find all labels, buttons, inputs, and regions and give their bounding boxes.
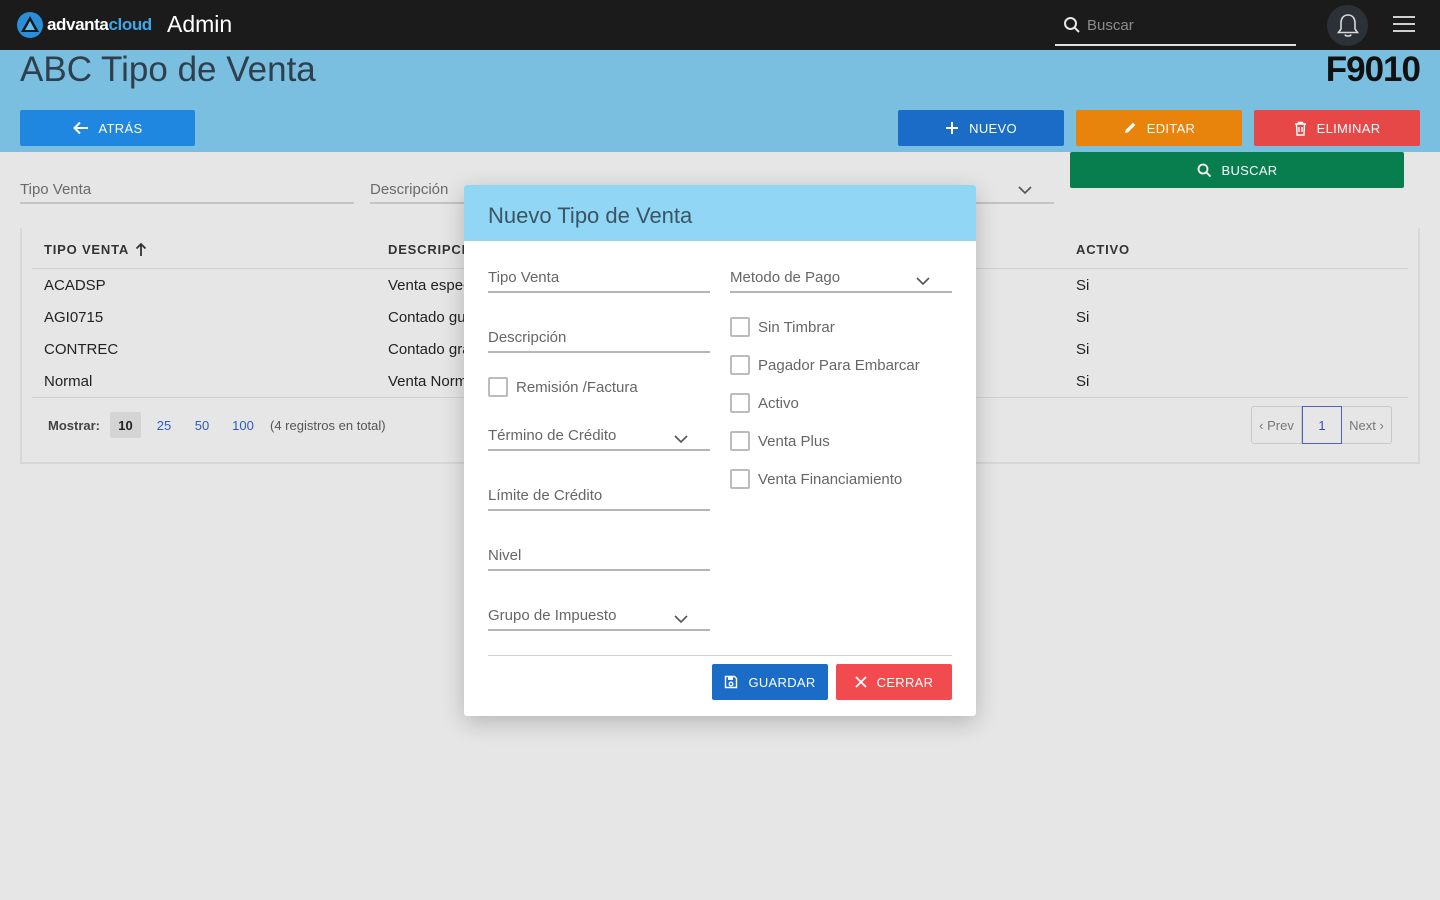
column-header-descripcion[interactable]: DESCRIPCI [388, 242, 466, 257]
total-records: (4 registros en total) [270, 418, 386, 433]
new-tipo-venta-dialog: Nuevo Tipo de Venta Tipo Venta Descripci… [464, 185, 976, 716]
checkbox-box[interactable] [730, 469, 750, 489]
chevron-down-icon [674, 435, 688, 444]
checkbox-box[interactable] [730, 355, 750, 375]
checkbox-box[interactable] [730, 317, 750, 337]
sort-up-icon [135, 242, 147, 256]
dialog-footer-divider [488, 655, 952, 656]
cell-descripcion: Venta espec [388, 277, 471, 294]
prev-page-button[interactable]: ‹ Prev [1252, 407, 1302, 443]
limite-credito-field[interactable]: Límite de Crédito [488, 487, 710, 511]
filter-dropdown[interactable] [976, 178, 1054, 204]
activo-checkbox[interactable]: Activo [730, 393, 799, 413]
chevron-down-icon [674, 615, 688, 624]
pagination: ‹ Prev 1 Next › [1251, 406, 1392, 444]
close-button[interactable]: CERRAR [836, 664, 952, 700]
global-search [1055, 6, 1296, 46]
page-size-100[interactable]: 100 [226, 412, 260, 438]
app-title: Admin [167, 11, 233, 37]
pagador-embarcar-checkbox[interactable]: Pagador Para Embarcar [730, 355, 920, 375]
chevron-down-icon [916, 277, 930, 286]
filter-tipo-venta[interactable]: Tipo Venta [20, 178, 354, 204]
venta-financiamiento-checkbox[interactable]: Venta Financiamiento [730, 469, 902, 489]
page-title: ABC Tipo de Venta [20, 50, 316, 89]
page-size-50[interactable]: 50 [188, 412, 216, 438]
checkbox-box[interactable] [730, 431, 750, 451]
brand-logo[interactable]: advantacloud [16, 11, 152, 39]
dialog-title: Nuevo Tipo de Venta [488, 203, 693, 228]
cell-tipo: AGI0715 [44, 309, 104, 326]
search-button[interactable]: BUSCAR [1070, 152, 1404, 188]
search-input[interactable] [1087, 16, 1287, 34]
checkbox-box[interactable] [488, 377, 508, 397]
column-header-tipo-venta[interactable]: TIPO VENTA [44, 242, 147, 257]
new-button[interactable]: NUEVO [898, 110, 1064, 146]
search-icon [1197, 163, 1211, 177]
descripcion-field[interactable]: Descripción [488, 329, 710, 353]
trash-icon [1294, 121, 1306, 136]
next-page-button[interactable]: Next › [1342, 407, 1391, 443]
save-icon [725, 675, 738, 689]
plus-icon [946, 122, 959, 134]
page-code: F9010 [1325, 50, 1421, 89]
logo-icon [17, 12, 43, 38]
current-page[interactable]: 1 [1302, 406, 1342, 444]
page-size-label: Mostrar: [48, 418, 101, 433]
notifications-button[interactable] [1327, 5, 1368, 46]
bell-icon [1336, 13, 1359, 37]
edit-button[interactable]: EDITAR [1076, 110, 1242, 146]
nivel-field[interactable]: Nivel [488, 547, 710, 571]
cell-tipo: ACADSP [44, 277, 106, 294]
menu-icon[interactable] [1393, 16, 1415, 34]
back-button[interactable]: ATRÁS [20, 110, 195, 146]
save-button[interactable]: GUARDAR [712, 664, 828, 700]
page-size-10[interactable]: 10 [110, 412, 141, 438]
logo-text: advantacloud [47, 15, 152, 34]
sin-timbrar-checkbox[interactable]: Sin Timbrar [730, 317, 835, 337]
cell-tipo: Normal [44, 373, 93, 390]
search-icon [1064, 17, 1080, 33]
cell-activo: Si [1076, 341, 1090, 358]
cell-activo: Si [1076, 277, 1090, 294]
termino-credito-select[interactable]: Término de Crédito [488, 427, 710, 451]
cell-activo: Si [1076, 373, 1090, 390]
cell-descripcion: Contado gu [388, 309, 466, 326]
checkbox-box[interactable] [730, 393, 750, 413]
remision-factura-checkbox[interactable]: Remisión /Factura [488, 377, 638, 397]
metodo-pago-select[interactable]: Metodo de Pago [730, 269, 952, 293]
cell-descripcion: Venta Norm [388, 373, 468, 390]
close-icon [855, 676, 867, 688]
page-size-25[interactable]: 25 [150, 412, 178, 438]
top-navbar: advantacloud Admin [0, 0, 1440, 50]
delete-button[interactable]: ELIMINAR [1254, 110, 1420, 146]
column-header-activo[interactable]: ACTIVO [1076, 242, 1130, 257]
tipo-venta-field[interactable]: Tipo Venta [488, 269, 710, 293]
chevron-down-icon [1018, 186, 1032, 195]
pencil-icon [1124, 122, 1136, 133]
cell-tipo: CONTREC [44, 341, 119, 358]
grupo-impuesto-select[interactable]: Grupo de Impuesto [488, 607, 710, 631]
arrow-left-icon [72, 121, 88, 135]
cell-descripcion: Contado gra [388, 341, 471, 358]
cell-activo: Si [1076, 309, 1090, 326]
venta-plus-checkbox[interactable]: Venta Plus [730, 431, 830, 451]
